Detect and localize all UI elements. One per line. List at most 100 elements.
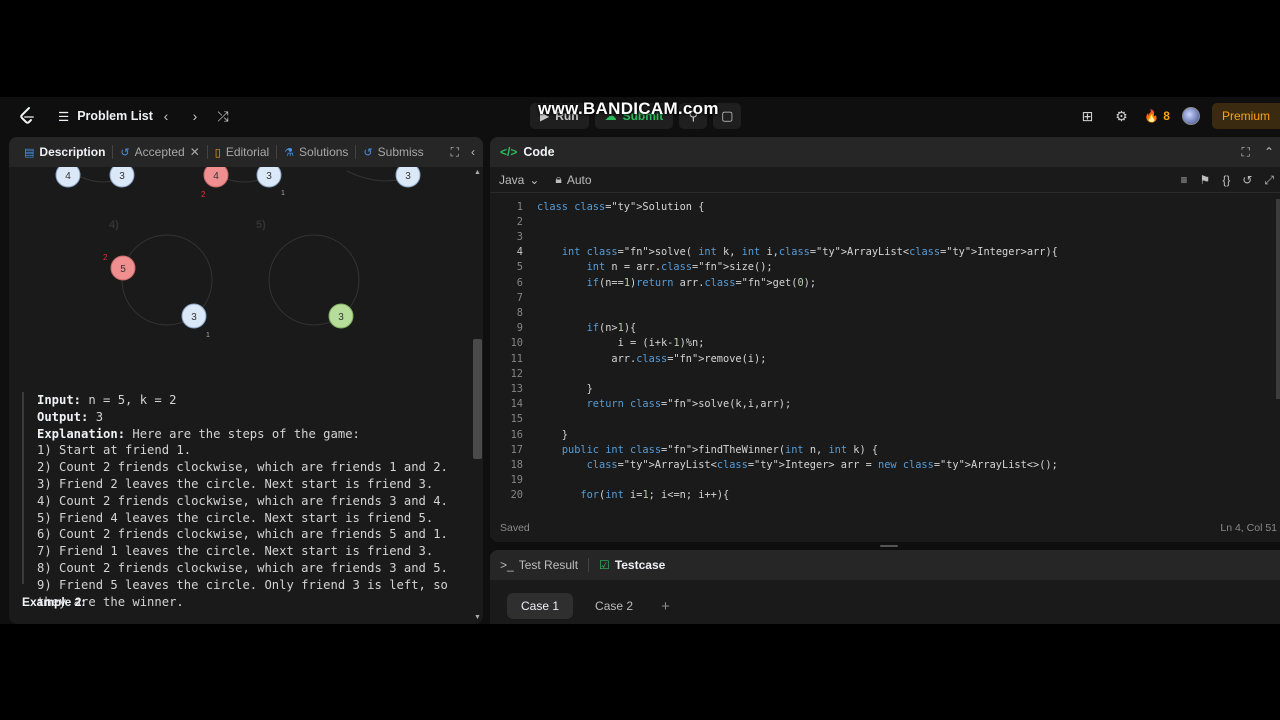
line-number: 20	[510, 489, 523, 502]
step-label: 5)	[256, 219, 266, 231]
code-panel: </> Code ⛶ ⌃ Java ⌄ 🔒︎ Auto ≡ ⚑ {} ↺ ⤢ 1…	[490, 137, 1280, 542]
collapse-left-icon[interactable]: ‹	[471, 145, 475, 159]
code-text: i = (i+k-1)%n;	[537, 337, 705, 350]
tab-submissions[interactable]: ↺ Submiss	[356, 137, 430, 167]
code-text: class="ty">ArrayList<class="ty">Integer>…	[586, 458, 1058, 471]
line-number: 10	[510, 337, 523, 350]
code-editor[interactable]: 1 class class="ty">Solution { 2 3 4 int c…	[490, 199, 1270, 505]
step-label: 4)	[109, 219, 119, 231]
code-line: 15	[490, 412, 1270, 427]
close-icon[interactable]: ✕	[190, 145, 200, 159]
line-number: 13	[510, 382, 523, 395]
settings-gear-icon[interactable]: ⚙	[1110, 105, 1132, 127]
code-text: if(n>1){	[586, 322, 637, 335]
code-text: arr.class="fn">remove(i);	[537, 352, 767, 365]
example-2-heading: Example 2:	[22, 595, 86, 609]
streak-count: 8	[1163, 109, 1170, 123]
code-line: 20 for(int i=1; i<=n; i++){	[490, 488, 1270, 503]
book-icon: ▯	[214, 146, 221, 159]
line-number: 8	[516, 306, 523, 319]
code-line: 9 if(n>1){	[490, 321, 1270, 336]
case-tab-2[interactable]: Case 2	[581, 593, 647, 619]
code-panel-controls: ⛶ ⌃	[1242, 137, 1274, 167]
shuffle-icon[interactable]: ⤮	[213, 106, 233, 126]
line-number: 9	[516, 322, 523, 335]
output-value: 3	[95, 409, 104, 424]
friend-node-label: 4	[65, 171, 71, 182]
code-text: int class="fn">solve( int k, int i,class…	[561, 246, 1058, 259]
format-icon[interactable]: ≡	[1181, 173, 1188, 187]
expand-icon[interactable]: ⛶	[1242, 145, 1250, 160]
line-number: 1	[516, 200, 523, 213]
testcase-header: >_ Test Result ☑ Testcase	[490, 550, 1280, 580]
description-panel: ▤ Description ↺ Accepted ✕ ▯ Editorial ⚗…	[9, 137, 483, 624]
case-tab-1[interactable]: Case 1	[507, 593, 574, 619]
explanation-step: 9) Friend 5 leaves the circle. Only frie…	[37, 577, 448, 592]
history-icon: ↺	[120, 146, 130, 159]
add-case-icon[interactable]: +	[655, 598, 676, 615]
bookmark-icon[interactable]: ⚑	[1200, 173, 1211, 187]
code-line: 7	[490, 290, 1270, 305]
expand-icon[interactable]: ⛶	[451, 145, 459, 160]
terminal-icon: >_	[500, 558, 514, 572]
explanation-step: 5) Friend 4 leaves the circle. Next star…	[37, 510, 434, 525]
braces-icon[interactable]: {}	[1222, 173, 1230, 187]
auto-mode-toggle[interactable]: 🔒︎ Auto	[555, 172, 591, 187]
friend-node-label: 5	[120, 264, 126, 275]
line-number: 12	[510, 367, 523, 380]
top-nav: ☰ Problem List ‹ › ⤮ ▶ Run ☁ Submit ⚲ ▢ …	[0, 97, 1280, 135]
prev-problem-icon[interactable]: ‹	[156, 106, 176, 126]
language-select[interactable]: Java ⌄	[499, 173, 539, 187]
line-number: 16	[510, 428, 523, 441]
editor-toolbar: Java ⌄ 🔒︎ Auto ≡ ⚑ {} ↺ ⤢	[490, 167, 1280, 193]
premium-button[interactable]: Premium	[1211, 103, 1280, 129]
tab-description[interactable]: ▤ Description	[17, 137, 112, 167]
test-result-label: Test Result	[518, 558, 579, 572]
tab-editorial[interactable]: ▯ Editorial	[208, 137, 276, 167]
scroll-up-icon[interactable]: ▲	[473, 169, 482, 177]
code-line: 18 class="ty">ArrayList<class="ty">Integ…	[490, 457, 1270, 472]
editor-scrollbar[interactable]	[1276, 199, 1280, 399]
code-line: 6 if(n==1)return arr.class="fn">get(0);	[490, 275, 1270, 290]
flask-icon: ⚗	[284, 146, 295, 159]
save-status: Saved	[500, 522, 530, 534]
document-icon: ▤	[24, 146, 35, 159]
explanation-step: 8) Count 2 friends clockwise, which are …	[37, 560, 448, 575]
line-number: 15	[510, 413, 523, 426]
scrollbar-thumb[interactable]	[473, 339, 482, 459]
leetcode-logo-icon[interactable]	[16, 105, 38, 127]
code-line: 10 i = (i+k-1)%n;	[490, 336, 1270, 351]
code-icon: </>	[500, 145, 518, 159]
example-diagram: 4 3 4 2 3 1 3 4) 5 2 3 1 5) 3	[55, 167, 421, 339]
collapse-up-icon[interactable]: ⌃	[1264, 145, 1274, 159]
next-problem-icon[interactable]: ›	[185, 106, 205, 126]
description-scrollbar[interactable]: ▲ ▼	[471, 167, 483, 624]
checkbox-icon: ☑	[599, 558, 610, 572]
code-line: 19	[490, 473, 1270, 488]
tab-solutions[interactable]: ⚗ Solutions	[277, 137, 355, 167]
scroll-down-icon[interactable]: ▼	[473, 614, 482, 622]
count-mark: 1	[206, 332, 210, 339]
tab-testcase[interactable]: ☑ Testcase	[599, 558, 665, 572]
code-line: 17 public int class="fn">findTheWinner(i…	[490, 442, 1270, 457]
code-line: 3	[490, 229, 1270, 244]
tab-test-result[interactable]: >_ Test Result	[500, 558, 578, 572]
example-1-block: Input: n = 5, k = 2 Output: 3 Explanatio…	[22, 392, 452, 609]
layout-icon[interactable]: ⊞	[1076, 105, 1098, 127]
input-value: n = 5, k = 2	[88, 393, 177, 407]
resize-handle[interactable]	[880, 545, 898, 547]
avatar[interactable]	[1181, 107, 1200, 125]
tab-accepted[interactable]: ↺ Accepted ✕	[113, 137, 206, 167]
editor-toolbar-actions: ≡ ⚑ {} ↺ ⤢	[1181, 167, 1274, 193]
count-mark: 1	[281, 190, 285, 197]
problem-list-button[interactable]: ☰ Problem List	[58, 106, 153, 126]
reset-icon[interactable]: ↺	[1242, 173, 1252, 187]
code-line: 5 int n = arr.class="fn">size();	[490, 260, 1270, 275]
code-panel-title: Code	[523, 145, 555, 159]
code-text: for(int i=1; i<=n; i++){	[580, 489, 730, 502]
fullscreen-icon[interactable]: ⤢	[1264, 173, 1274, 188]
streak-counter[interactable]: 🔥 8	[1144, 109, 1170, 123]
explanation-step: 4) Count 2 friends clockwise, which are …	[37, 493, 448, 508]
code-text: }	[537, 428, 568, 441]
friend-node-label: 3	[119, 171, 125, 182]
